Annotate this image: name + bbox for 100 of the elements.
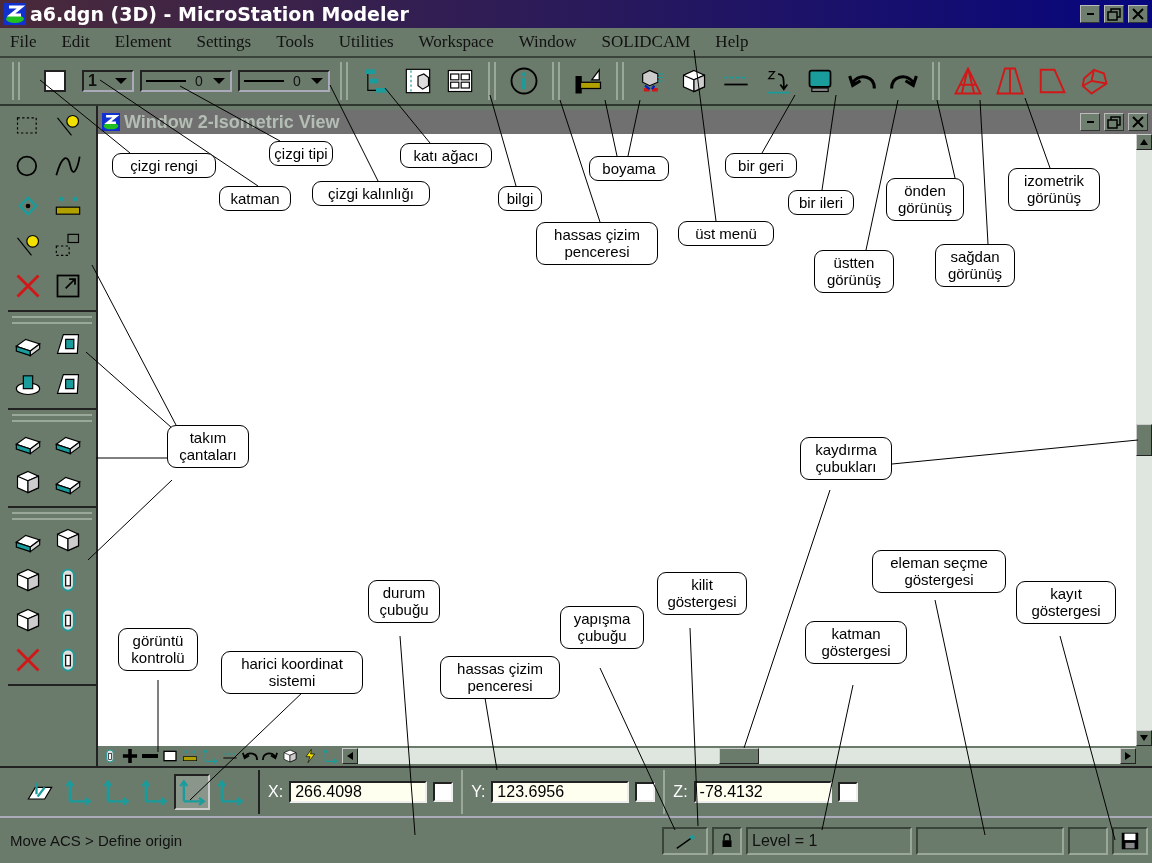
restore-icon [1107,115,1121,129]
callout-label: takım çantaları [167,425,249,468]
delete-icon [14,646,42,674]
line-style-dropdown[interactable]: 0 [140,70,232,92]
callout-label: önden görünüş [886,178,964,221]
toolbar-grip[interactable] [340,62,348,100]
coordinate-field[interactable]: 266.4098 [289,781,428,803]
window-icon [162,748,178,764]
callout-label: katı ağacı [400,143,492,169]
axes-icon [178,778,206,806]
line-sample-icon [146,79,186,83]
toolbar-grip[interactable] [552,62,560,100]
callout-label: çizgi tipi [269,141,333,167]
lock-checkbox[interactable] [433,782,454,802]
level-dropdown[interactable]: 1 [82,70,134,92]
line-weight-dropdown[interactable]: 0 [238,70,330,92]
undo-icon [848,72,876,90]
line-sample-icon [244,79,284,83]
lock-checkbox[interactable] [837,782,858,802]
menu-item[interactable]: Utilities [338,32,394,52]
snap-indicator[interactable] [662,826,708,855]
zoom-in-icon [122,748,138,764]
palette-grip[interactable] [12,316,92,324]
bolt-icon [302,748,318,764]
cube-icon [680,67,708,95]
menu-item[interactable]: Tools [276,32,314,52]
app-logo-icon [102,113,120,131]
close-button[interactable] [1128,5,1148,23]
grid-icon [446,67,474,95]
right-view-icon [1037,66,1067,96]
axes-icon [322,748,338,764]
minimize-icon [1085,12,1095,16]
caret-icon [310,77,324,85]
lock-checkbox[interactable] [635,782,656,802]
axes-icon [140,778,168,806]
axes-icon [202,748,218,764]
front-view-icon [995,66,1025,96]
callout-label: izometrik görünüş [1008,168,1100,211]
restore-button[interactable] [1104,5,1124,23]
up-arrow-icon [1139,138,1149,146]
lock-indicator[interactable] [712,826,742,855]
cube-icon [282,748,298,764]
callout-label: üstten görünüş [814,250,894,293]
save-indicator[interactable] [1112,826,1148,855]
status-cell [1068,826,1108,855]
scroll-thumb[interactable] [1136,424,1152,456]
acs-button[interactable] [174,774,210,810]
down-arrow-icon [1139,734,1149,742]
color-swatch[interactable] [44,70,66,92]
axes-icon [102,778,130,806]
toolbar-grip[interactable] [932,62,940,100]
zoom-out-icon [142,753,158,759]
callout-label: yapışma çubuğu [560,606,644,649]
minimize-icon [1085,120,1095,124]
restore-button[interactable] [1104,113,1124,131]
callout-label: kilit göstergesi [657,572,747,615]
monitor-icon [806,67,834,95]
menu-item[interactable]: Settings [196,32,252,52]
status-message: Move ACS > Define origin [10,832,183,849]
close-icon [1132,116,1144,128]
right-arrow-icon [1124,751,1132,761]
callout-label: katman [219,186,291,212]
delete-icon [14,272,42,300]
toolbar-grip[interactable] [488,62,496,100]
left-arrow-icon [346,751,354,761]
callout-label: bir geri [725,153,797,179]
horizontal-scrollbar[interactable] [342,748,1136,764]
menu-item[interactable]: Workspace [418,32,494,52]
level-indicator: Level = 1 [746,826,912,855]
toolbar-grip[interactable] [12,62,20,100]
callout-label: görüntü kontrolü [118,628,198,671]
caret-icon [114,77,128,85]
coordinate-field[interactable]: -78.4132 [693,781,832,803]
menu-item[interactable]: SOLIDCAM [601,32,691,52]
callout-label: bilgi [498,186,542,212]
menu-item[interactable]: Help [715,32,749,52]
cube-icon [14,566,42,594]
palette-grip[interactable] [12,414,92,422]
coordinate-field[interactable]: 123.6956 [491,781,630,803]
cube-icon [14,606,42,634]
close-icon [1132,8,1144,20]
close-button[interactable] [1128,113,1148,131]
menu-item[interactable]: Window [518,32,577,52]
redo-icon [890,72,918,90]
toolbar-grip[interactable] [616,62,624,100]
leader-line [384,87,431,144]
callout-label: harici koordinat sistemi [221,651,363,694]
callout-label: eleman seçme göstergesi [872,550,1006,593]
cube-icon [54,526,82,554]
minimize-button[interactable] [1080,113,1100,131]
vertical-scrollbar[interactable] [1136,134,1152,746]
menu-item[interactable]: File [10,32,37,52]
menu-item[interactable]: Edit [61,32,90,52]
undo-icon [242,751,258,761]
palette-grip[interactable] [12,512,92,520]
menu-item[interactable]: Element [114,32,172,52]
scroll-thumb[interactable] [719,748,759,764]
leader-line [1024,97,1051,169]
callout-label: kayıt göstergesi [1016,581,1116,624]
minimize-button[interactable] [1080,5,1100,23]
